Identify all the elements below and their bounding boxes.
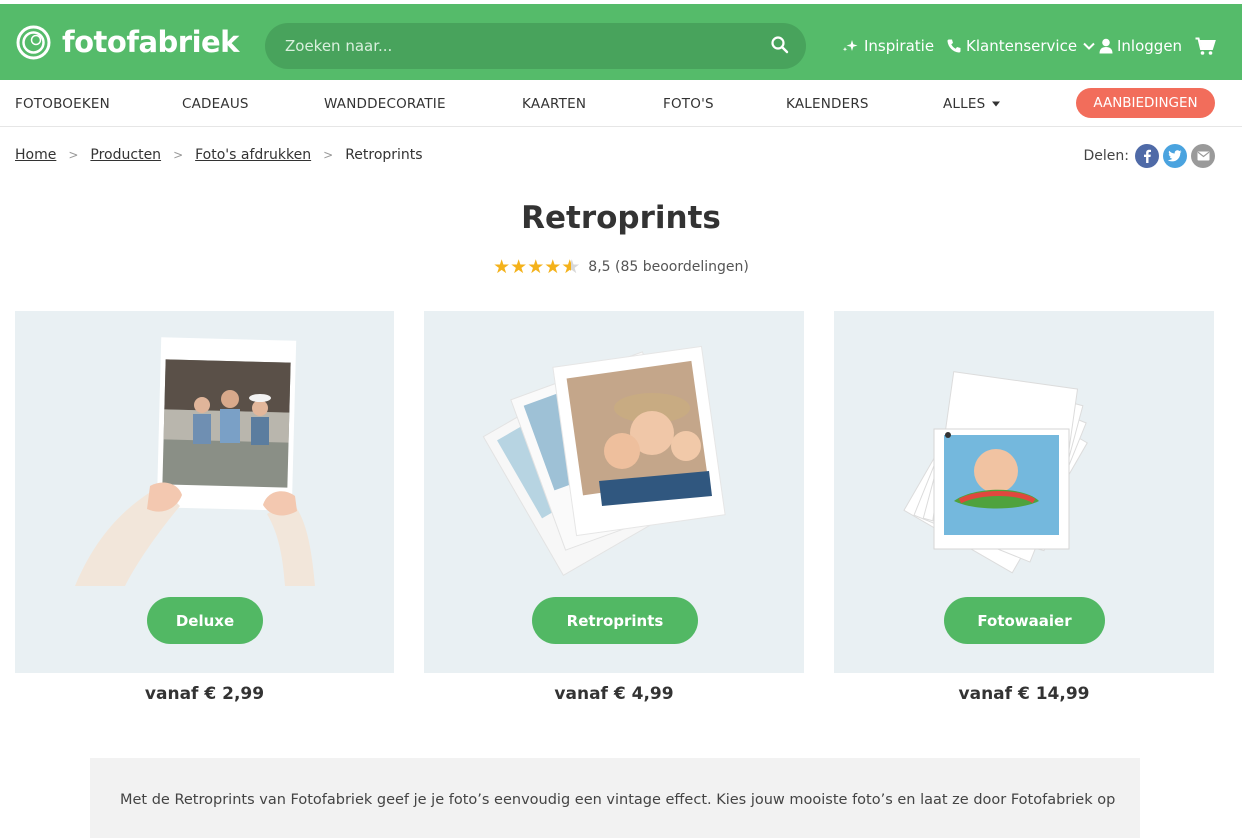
search-icon[interactable]: [770, 35, 790, 55]
nav-wanddecoratie[interactable]: WANDDECORATIE: [324, 96, 446, 112]
share-bar: Delen:: [1083, 144, 1215, 168]
breadcrumb: Home > Producten > Foto's afdrukken > Re…: [15, 147, 423, 163]
nav-cadeaus[interactable]: CADEAUS: [182, 96, 249, 112]
logo[interactable]: fotofabriek: [16, 24, 239, 60]
breadcrumb-separator: >: [323, 148, 334, 162]
logo-icon: [16, 25, 51, 60]
breadcrumb-separator: >: [173, 148, 184, 162]
retroprints-button[interactable]: Retroprints: [532, 597, 698, 644]
product-card-retroprints[interactable]: Retroprints: [424, 311, 804, 673]
product-image-fotowaaier: [903, 371, 1088, 574]
cart-button[interactable]: [1195, 34, 1220, 58]
price-fotowaaier: vanaf € 14,99: [958, 684, 1090, 704]
breadcrumb-current: Retroprints: [345, 147, 423, 163]
nav-kalenders[interactable]: KALENDERS: [786, 96, 869, 112]
description-text: Met de Retroprints van Fotofabriek geef …: [120, 792, 1116, 808]
fotowaaier-button[interactable]: Fotowaaier: [944, 597, 1105, 644]
category-nav: FOTOBOEKEN CADEAUS WANDDECORATIE KAARTEN…: [0, 80, 1242, 127]
cart-icon: [1195, 37, 1216, 55]
twitter-icon[interactable]: [1163, 144, 1187, 168]
nav-alles-label: ALLES: [943, 96, 986, 112]
inspiration-link[interactable]: Inspiratie: [842, 34, 934, 58]
caret-down-icon: [992, 101, 1001, 107]
nav-alles[interactable]: ALLES: [943, 96, 1001, 112]
nav-fotos[interactable]: FOTO'S: [663, 96, 714, 112]
nav-fotoboeken[interactable]: FOTOBOEKEN: [15, 96, 110, 112]
breadcrumb-separator: >: [68, 148, 79, 162]
email-icon[interactable]: [1191, 144, 1215, 168]
search-bar: [265, 23, 806, 69]
description-box: Met de Retroprints van Fotofabriek geef …: [90, 758, 1140, 838]
rating: ★★★★★★ 8,5 (85 beoordelingen): [0, 256, 1242, 278]
chevron-down-icon: [1083, 42, 1095, 50]
facebook-icon[interactable]: [1135, 144, 1159, 168]
price-deluxe: vanaf € 2,99: [144, 684, 265, 704]
nav-kaarten[interactable]: KAARTEN: [522, 96, 586, 112]
phone-icon: [947, 39, 961, 53]
half-star-icon: ★: [561, 256, 572, 278]
login-label: Inloggen: [1117, 37, 1183, 55]
star-icons: ★★★★: [493, 256, 562, 278]
inspiration-label: Inspiratie: [864, 37, 935, 55]
breadcrumb-fotos-afdrukken[interactable]: Foto's afdrukken: [195, 147, 311, 163]
breadcrumb-home[interactable]: Home: [15, 147, 56, 163]
page-title: Retroprints: [521, 200, 721, 236]
customer-service-label: Klantenservice: [966, 37, 1078, 55]
user-icon: [1099, 38, 1113, 54]
price-retroprints: vanaf € 4,99: [554, 684, 674, 704]
deals-button[interactable]: AANBIEDINGEN: [1076, 88, 1215, 118]
share-label: Delen:: [1083, 148, 1130, 164]
logo-text: fotofabriek: [62, 25, 239, 59]
product-card-deluxe[interactable]: Deluxe: [15, 311, 394, 673]
product-card-fotowaaier[interactable]: Fotowaaier: [834, 311, 1214, 673]
deluxe-button[interactable]: Deluxe: [147, 597, 263, 644]
breadcrumb-producten[interactable]: Producten: [90, 147, 161, 163]
rating-stars: ★★★★★★: [493, 256, 580, 278]
product-image-retroprints: [482, 345, 726, 576]
login-link[interactable]: Inloggen: [1099, 34, 1182, 58]
product-image-deluxe: [75, 337, 315, 586]
search-input[interactable]: [285, 23, 755, 69]
customer-service-menu[interactable]: Klantenservice: [946, 34, 1100, 58]
empty-half-star-icon: ★: [571, 256, 581, 278]
header-bar: fotofabriek Inspiratie Klantenservice: [0, 4, 1242, 80]
sparkle-icon: [842, 40, 858, 52]
rating-text: 8,5 (85 beoordelingen): [588, 259, 749, 275]
